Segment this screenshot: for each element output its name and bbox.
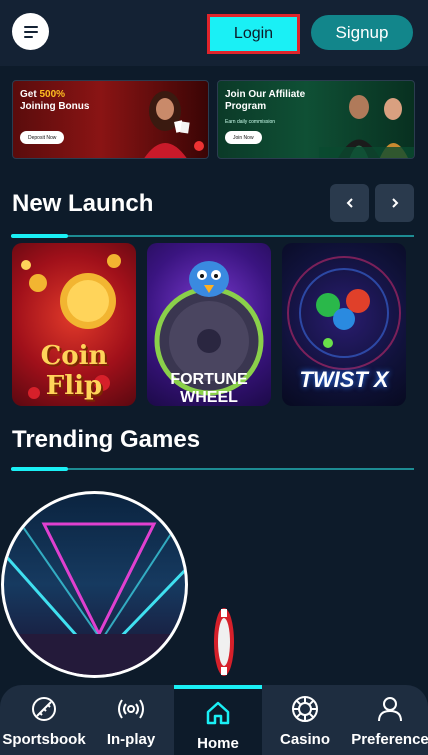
affiliate-banner-title: Join Our Affiliate Program <box>225 89 306 112</box>
trending-game-thumbnail[interactable] <box>1 491 188 678</box>
neon-triangle-image <box>4 513 185 675</box>
login-button[interactable]: Login <box>207 14 300 54</box>
nav-sportsbook[interactable]: Sportsbook <box>2 685 86 755</box>
twist-x-label: TWIST X <box>299 367 389 392</box>
sportsbook-icon <box>30 695 58 723</box>
signup-button[interactable]: Signup <box>311 15 413 50</box>
chevron-right-icon <box>391 198 398 208</box>
home-icon <box>204 699 232 727</box>
user-icon <box>376 695 404 723</box>
chevron-left-icon <box>346 198 353 208</box>
top-header: Login Signup <box>0 0 428 66</box>
casino-people-image <box>319 95 414 158</box>
nav-home[interactable]: Home <box>174 685 262 755</box>
bonus-banner[interactable]: Get 500% Joining Bonus Deposit Now <box>12 80 209 159</box>
game-tile-coin-flip[interactable]: Coin Flip <box>12 243 136 406</box>
nav-casino[interactable]: Casino <box>266 685 344 755</box>
casino-chip-image <box>214 608 234 676</box>
nav-in-play[interactable]: In-play <box>90 685 172 755</box>
bonus-banner-title: Get 500% Joining Bonus <box>20 89 90 112</box>
menu-icon[interactable] <box>12 13 49 50</box>
game-tile-twist-x[interactable]: TWIST X <box>282 243 406 406</box>
coin-flip-label: Coin Flip <box>40 341 108 401</box>
new-launch-divider <box>11 234 414 238</box>
fortune-wheel-label: FORTUNE WHEEL <box>170 371 248 406</box>
join-now-button[interactable]: Join Now <box>225 131 262 144</box>
prev-arrow-button[interactable] <box>330 184 369 222</box>
broadcast-icon <box>117 695 145 723</box>
nav-preference[interactable]: Preference <box>350 685 428 755</box>
next-arrow-button[interactable] <box>375 184 414 222</box>
game-tile-fortune-wheel[interactable]: FORTUNE WHEEL <box>147 243 271 406</box>
affiliate-banner-subtitle: Earn daily commission <box>225 119 276 125</box>
casino-chip-icon <box>291 695 319 723</box>
trending-divider <box>11 467 414 471</box>
new-launch-title: New Launch <box>12 190 154 217</box>
trending-games-title: Trending Games <box>12 426 201 453</box>
dealer-woman-image <box>144 91 204 158</box>
affiliate-banner[interactable]: Join Our Affiliate Program Earn daily co… <box>217 80 415 159</box>
bottom-navigation: Sportsbook In-play Home Casino Preferenc… <box>0 685 428 755</box>
deposit-now-button[interactable]: Deposit Now <box>20 131 65 144</box>
